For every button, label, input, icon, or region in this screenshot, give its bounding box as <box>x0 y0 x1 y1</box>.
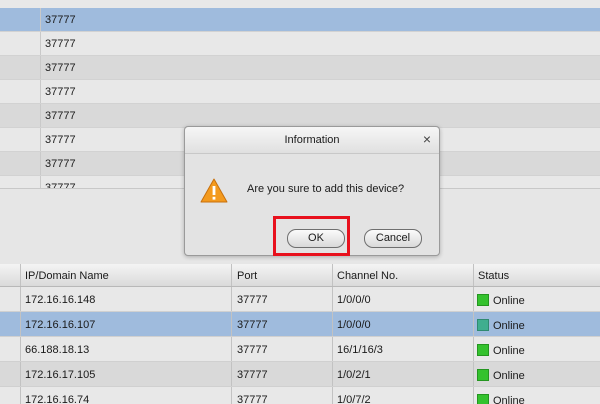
port-cell: 37777 <box>45 14 76 26</box>
status-label: Online <box>493 295 525 307</box>
column-divider <box>40 128 41 151</box>
column-divider <box>20 312 21 336</box>
column-divider <box>20 387 21 404</box>
channel-cell: 1/0/2/1 <box>337 369 371 381</box>
column-divider <box>332 312 333 336</box>
table-row[interactable]: 66.188.18.13 37777 16/1/16/3 Online <box>0 337 600 362</box>
port-cell: 37777 <box>237 319 268 331</box>
column-divider <box>473 362 474 386</box>
online-status-icon <box>477 294 489 306</box>
header-ip[interactable]: IP/Domain Name <box>25 270 109 282</box>
column-divider <box>40 104 41 127</box>
dialog-message: Are you sure to add this device? <box>247 183 405 195</box>
table-row[interactable]: 37777 <box>0 104 600 128</box>
column-divider <box>332 387 333 404</box>
column-divider <box>20 264 21 286</box>
status-cell: Online <box>477 344 525 357</box>
warning-icon <box>200 178 228 203</box>
ip-cell: 172.16.17.105 <box>25 369 96 381</box>
column-divider <box>231 362 232 386</box>
port-cell: 37777 <box>45 134 76 146</box>
port-cell: 37777 <box>45 110 76 122</box>
column-divider <box>332 264 333 286</box>
table-row[interactable]: 37777 <box>0 32 600 56</box>
close-icon[interactable]: × <box>423 132 431 146</box>
port-cell: 37777 <box>45 86 76 98</box>
port-cell: 37777 <box>45 62 76 74</box>
channel-cell: 1/0/7/2 <box>337 394 371 404</box>
column-divider <box>231 337 232 361</box>
port-cell: 37777 <box>237 344 268 356</box>
column-divider <box>473 312 474 336</box>
status-cell: Online <box>477 294 525 307</box>
column-divider <box>40 32 41 55</box>
ok-button[interactable]: OK <box>287 229 345 248</box>
table-row[interactable]: 172.16.17.105 37777 1/0/2/1 Online <box>0 362 600 387</box>
column-divider <box>20 287 21 311</box>
column-divider <box>332 337 333 361</box>
status-cell: Online <box>477 319 525 332</box>
column-divider <box>332 287 333 311</box>
column-divider <box>40 152 41 175</box>
table-row[interactable]: 172.16.16.107 37777 1/0/0/0 Online <box>0 312 600 337</box>
table-row[interactable]: 37777 <box>0 80 600 104</box>
port-cell: 37777 <box>45 158 76 170</box>
port-cell: 37777 <box>45 38 76 50</box>
column-divider <box>40 8 41 31</box>
status-label: Online <box>493 370 525 382</box>
table-row[interactable]: 37777 <box>0 8 600 32</box>
ip-cell: 172.16.16.107 <box>25 319 96 331</box>
ip-cell: 66.188.18.13 <box>25 344 90 356</box>
online-status-icon <box>477 369 489 381</box>
status-label: Online <box>493 320 525 332</box>
channel-cell: 16/1/16/3 <box>337 344 383 356</box>
header-status[interactable]: Status <box>478 270 509 282</box>
online-status-icon <box>477 319 489 331</box>
table-row[interactable]: 37777 <box>0 56 600 80</box>
column-divider <box>473 264 474 286</box>
port-cell: 37777 <box>237 294 268 306</box>
column-divider <box>231 312 232 336</box>
ip-cell: 172.16.16.148 <box>25 294 96 306</box>
channel-cell: 1/0/0/0 <box>337 294 371 306</box>
column-divider <box>231 387 232 404</box>
status-cell: Online <box>477 369 525 382</box>
status-label: Online <box>493 345 525 357</box>
ip-cell: 172.16.16.74 <box>25 394 90 404</box>
added-device-table: IP/Domain Name Port Channel No. Status 1… <box>0 264 600 404</box>
status-label: Online <box>493 395 525 404</box>
column-divider <box>231 264 232 286</box>
cancel-button[interactable]: Cancel <box>364 229 422 248</box>
dialog-titlebar[interactable]: Information × <box>185 127 439 154</box>
column-divider <box>40 56 41 79</box>
header-port[interactable]: Port <box>237 270 257 282</box>
column-divider <box>332 362 333 386</box>
column-divider <box>473 387 474 404</box>
column-divider <box>231 287 232 311</box>
column-divider <box>40 176 41 188</box>
status-cell: Online <box>477 394 525 404</box>
column-divider <box>20 337 21 361</box>
column-divider <box>20 362 21 386</box>
dialog-title: Information <box>284 134 340 146</box>
online-status-icon <box>477 344 489 356</box>
confirm-add-device-dialog: Information × Are you sure to add this d… <box>184 126 440 256</box>
port-cell: 37777 <box>237 369 268 381</box>
table-header: IP/Domain Name Port Channel No. Status <box>0 264 600 287</box>
online-status-icon <box>477 394 489 404</box>
column-divider <box>473 337 474 361</box>
column-divider <box>40 80 41 103</box>
channel-cell: 1/0/0/0 <box>337 319 371 331</box>
header-channel[interactable]: Channel No. <box>337 270 398 282</box>
port-cell: 37777 <box>237 394 268 404</box>
column-divider <box>473 287 474 311</box>
table-row[interactable]: 172.16.16.74 37777 1/0/7/2 Online <box>0 387 600 404</box>
table-row[interactable]: 172.16.16.148 37777 1/0/0/0 Online <box>0 287 600 312</box>
